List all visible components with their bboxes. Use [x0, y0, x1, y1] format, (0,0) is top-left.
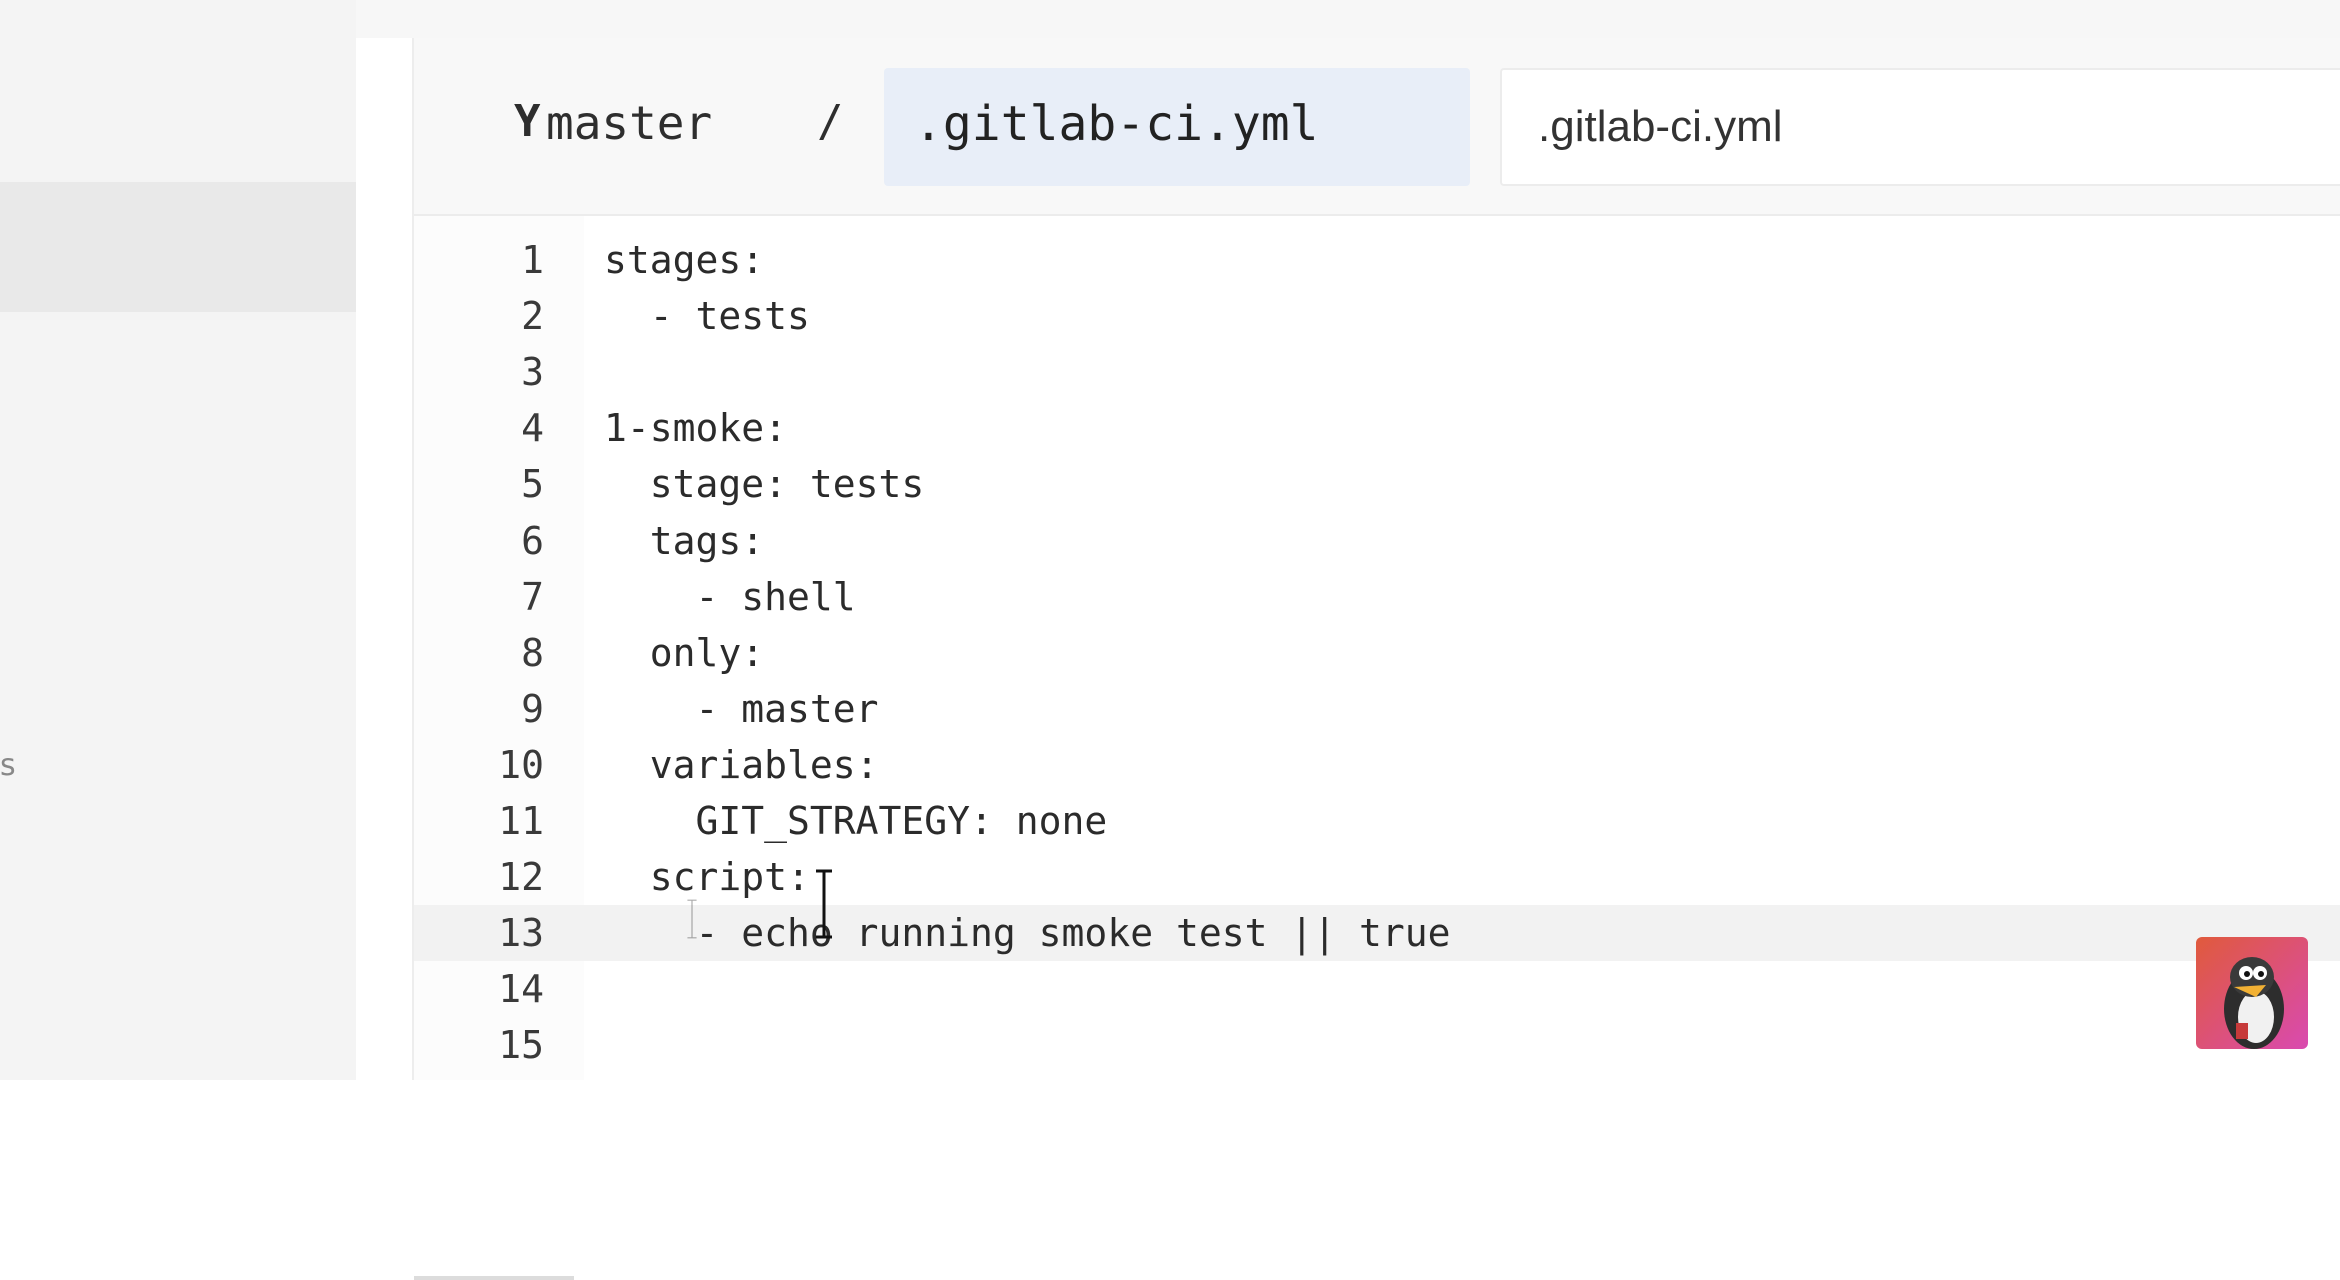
code-line[interactable]: 1 stages:: [414, 232, 2340, 288]
code-line[interactable]: 4 1-smoke:: [414, 400, 2340, 456]
code-text: GIT_STRATEGY: none: [604, 799, 1108, 843]
code-line[interactable]: 12 script:: [414, 849, 2340, 905]
line-number: 2: [521, 294, 544, 339]
line-number: 12: [498, 855, 544, 900]
file-name-input[interactable]: [1500, 68, 2340, 186]
line-number: 13: [498, 911, 544, 956]
file-path-breadcrumb[interactable]: .gitlab-ci.yml: [884, 68, 1470, 186]
line-number: 8: [521, 630, 544, 675]
code-line[interactable]: 15: [414, 1017, 2340, 1073]
code-text: - tests: [604, 294, 810, 339]
top-strip: [356, 0, 2340, 38]
code-line[interactable]: 5 stage: tests: [414, 456, 2340, 512]
line-number: 1: [521, 238, 544, 282]
main-content: Y master / .gitlab-ci.yml 1 stages: 2 - te…: [356, 0, 2340, 1280]
text-cursor-icon: [812, 869, 836, 939]
line-number: 9: [521, 686, 544, 731]
editor-scroll-edge: [414, 1276, 574, 1280]
left-sidebar: s: [0, 0, 356, 1080]
code-text: stage: tests: [604, 462, 925, 507]
line-number: 4: [521, 406, 544, 451]
file-editor-panel: Y master / .gitlab-ci.yml 1 stages: 2 - te…: [412, 38, 2340, 1280]
code-editor[interactable]: 1 stages: 2 - tests 3 4 1-smoke: 5 stage: test…: [414, 216, 2340, 1280]
code-text: script:: [604, 855, 810, 900]
code-line[interactable]: 3: [414, 344, 2340, 400]
file-path-text: .gitlab-ci.yml: [914, 96, 1319, 152]
code-line[interactable]: 11 GIT_STRATEGY: none: [414, 793, 2340, 849]
penguin-avatar-icon: [2196, 937, 2308, 1049]
line-number: 6: [521, 518, 544, 563]
code-line[interactable]: 6 tags:: [414, 513, 2340, 569]
code-text: - shell: [604, 574, 856, 619]
path-separator: /: [817, 96, 844, 147]
code-text: tags:: [604, 518, 765, 563]
line-number: 14: [498, 967, 544, 1012]
branch-name[interactable]: master: [546, 96, 712, 150]
line-number: 10: [498, 742, 544, 787]
code-text: 1-smoke:: [604, 406, 788, 451]
code-text: - echo running smoke test || true: [604, 911, 1451, 956]
code-line[interactable]: 14: [414, 961, 2340, 1017]
code-text: variables:: [604, 742, 879, 787]
sidebar-text-fragment: s: [0, 748, 16, 783]
text-cursor-icon: [684, 899, 708, 969]
line-number: 5: [521, 462, 544, 507]
code-line[interactable]: 10 variables:: [414, 737, 2340, 793]
branch-icon: Y: [514, 96, 541, 147]
code-text: - master: [604, 686, 879, 731]
line-number: 7: [521, 574, 544, 619]
line-number: 15: [498, 1023, 544, 1068]
code-line[interactable]: 8 only:: [414, 625, 2340, 681]
code-text: only:: [604, 630, 765, 675]
sidebar-active-item[interactable]: [0, 182, 356, 312]
editor-header: Y master / .gitlab-ci.yml: [414, 38, 2340, 216]
line-number: 3: [521, 350, 544, 395]
line-number: 11: [498, 799, 544, 843]
code-line[interactable]: 7 - shell: [414, 569, 2340, 625]
code-line[interactable]: 9 - master: [414, 681, 2340, 737]
code-text: stages:: [604, 238, 765, 282]
code-line[interactable]: 2 - tests: [414, 288, 2340, 344]
